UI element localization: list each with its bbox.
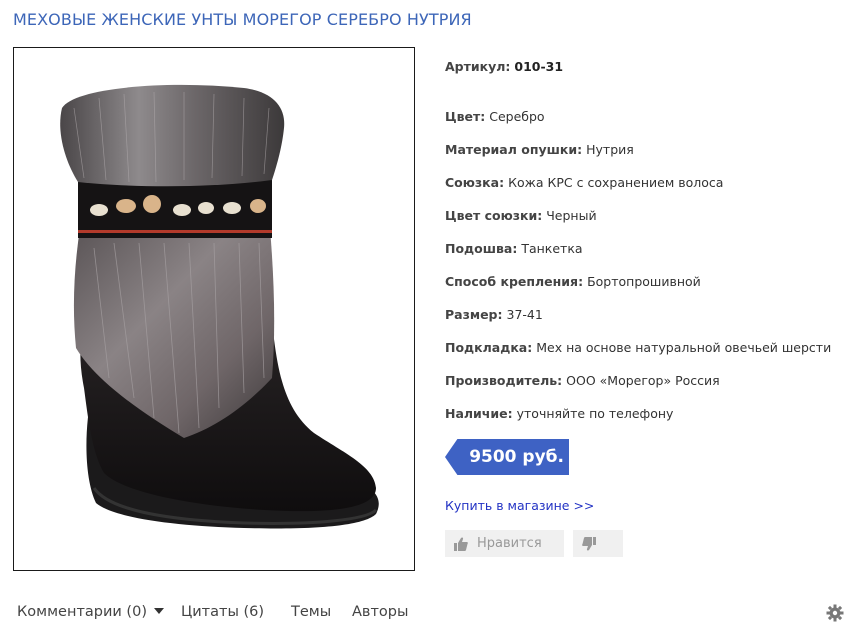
spec-label: Производитель: (445, 373, 563, 388)
fur-boot-illustration (60, 84, 379, 529)
spec-label: Подошва: (445, 241, 518, 256)
spec-label: Способ крепления: (445, 274, 584, 289)
spec-article: Артикул: 010-31 (445, 59, 563, 74)
spec-value: Бортопрошивной (587, 274, 701, 289)
spec-value: 010-31 (514, 59, 564, 74)
tab-quotes[interactable]: Цитаты (6) (181, 604, 264, 620)
tab-topics[interactable]: Темы (291, 604, 331, 620)
spec-value: Кожа КРС с сохранением волоса (508, 175, 724, 190)
dislike-button[interactable] (573, 530, 623, 557)
buy-in-store-link[interactable]: Купить в магазине >> (445, 498, 594, 513)
spec-value: Танкетка (521, 241, 583, 256)
spec-color: Цвет: Серебро (445, 109, 545, 124)
product-image[interactable] (13, 47, 415, 571)
spec-value: ООО «Морегор» Россия (566, 373, 720, 388)
spec-label: Размер: (445, 307, 503, 322)
spec-trim-material: Материал опушки: Нутрия (445, 142, 634, 157)
product-title: МЕХОВЫЕ ЖЕНСКИЕ УНТЫ МОРЕГОР СЕРЕБРО НУТ… (13, 10, 472, 29)
tab-comments-label: Комментарии (0) (17, 604, 147, 620)
spec-label: Союзка: (445, 175, 505, 190)
spec-value: Мех на основе натуральной овечьей шерсти (536, 340, 832, 355)
like-button[interactable]: Нравится (445, 530, 564, 557)
spec-value: 37-41 (506, 307, 543, 322)
thumbs-down-icon (582, 536, 596, 551)
spec-label: Цвет: (445, 109, 486, 124)
tab-authors[interactable]: Авторы (352, 604, 408, 620)
spec-vamp: Союзка: Кожа КРС с сохранением волоса (445, 175, 723, 190)
gear-icon[interactable] (826, 604, 844, 622)
spec-value: уточняйте по телефону (516, 406, 674, 421)
spec-lining: Подкладка: Мех на основе натуральной ове… (445, 340, 831, 355)
spec-attachment: Способ крепления: Бортопрошивной (445, 274, 701, 289)
spec-size: Размер: 37-41 (445, 307, 543, 322)
spec-label: Наличие: (445, 406, 513, 421)
spec-label: Артикул: (445, 59, 511, 74)
spec-label: Материал опушки: (445, 142, 583, 157)
spec-manufacturer: Производитель: ООО «Морегор» Россия (445, 373, 720, 388)
spec-sole: Подошва: Танкетка (445, 241, 583, 256)
tab-comments[interactable]: Комментарии (0) (17, 604, 164, 620)
spec-value: Серебро (489, 109, 545, 124)
price-badge: 9500 руб. (445, 439, 569, 475)
spec-value: Черный (546, 208, 597, 223)
spec-vamp-color: Цвет союзки: Черный (445, 208, 597, 223)
caret-down-icon (153, 608, 164, 614)
like-label: Нравится (477, 536, 542, 551)
thumbs-up-icon (454, 536, 468, 551)
spec-availability: Наличие: уточняйте по телефону (445, 406, 673, 421)
spec-label: Подкладка: (445, 340, 533, 355)
spec-value: Нутрия (586, 142, 634, 157)
spec-label: Цвет союзки: (445, 208, 543, 223)
